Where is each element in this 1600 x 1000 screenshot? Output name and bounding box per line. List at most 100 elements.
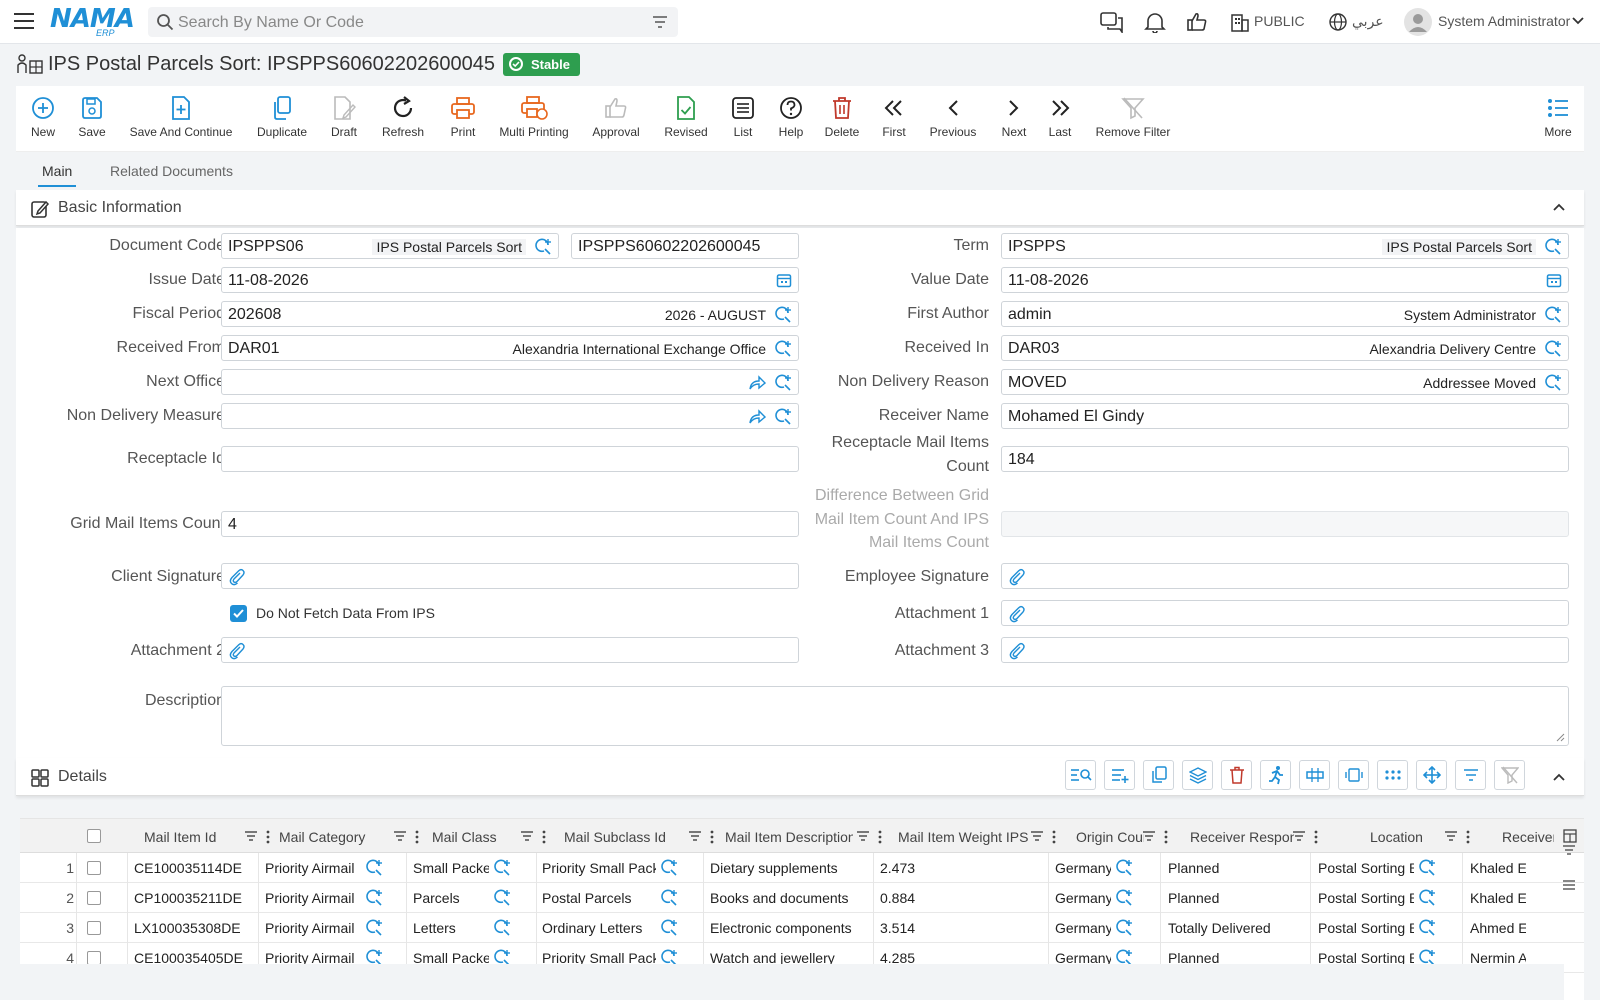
first-author-field[interactable]: admin System Administrator bbox=[1001, 301, 1569, 327]
grid-insert-row-button[interactable] bbox=[1299, 760, 1330, 790]
grid-filter-button[interactable] bbox=[1455, 760, 1486, 790]
share-arrow-icon[interactable] bbox=[748, 374, 766, 392]
lookup-icon[interactable] bbox=[774, 374, 792, 392]
cell-id[interactable]: LX100035308DE bbox=[134, 920, 254, 936]
column-filter-icon[interactable] bbox=[393, 830, 407, 842]
tab-main[interactable]: Main bbox=[42, 163, 72, 179]
cell-class[interactable]: Small Packets bbox=[413, 860, 489, 876]
calendar-icon[interactable] bbox=[776, 272, 792, 288]
duplicate-button[interactable]: Duplicate bbox=[254, 94, 310, 139]
lookup-icon[interactable] bbox=[1544, 238, 1562, 256]
column-filter-icon[interactable] bbox=[520, 830, 534, 842]
do-not-fetch-checkbox[interactable] bbox=[230, 605, 247, 622]
search-input[interactable]: Search By Name Or Code bbox=[178, 14, 364, 32]
attachment-2-field[interactable] bbox=[221, 637, 799, 663]
save-button[interactable]: Save bbox=[76, 94, 108, 139]
cell-subclass[interactable]: Priority Small Packets bbox=[542, 860, 656, 876]
column-header-mail-subclass-id[interactable]: Mail Subclass Id bbox=[564, 829, 674, 845]
filter-icon[interactable] bbox=[652, 14, 668, 30]
row-checkbox[interactable] bbox=[87, 921, 101, 935]
lookup-icon[interactable] bbox=[1418, 859, 1436, 877]
receiver-name-field[interactable]: Mohamed El Gindy bbox=[1001, 403, 1569, 429]
column-header-receiver-response[interactable]: Receiver Response bbox=[1190, 829, 1294, 845]
lookup-icon[interactable] bbox=[1115, 919, 1133, 937]
receptacle-id-field[interactable] bbox=[221, 446, 799, 472]
client-signature-field[interactable] bbox=[221, 563, 799, 589]
lookup-icon[interactable] bbox=[365, 889, 383, 907]
next-button[interactable]: Next bbox=[1000, 94, 1028, 139]
lookup-icon[interactable] bbox=[774, 340, 792, 358]
menu-icon[interactable] bbox=[14, 13, 34, 29]
grid-layers-button[interactable] bbox=[1182, 760, 1213, 790]
save-and-continue-button[interactable]: Save And Continue bbox=[129, 94, 233, 139]
document-code-field[interactable]: IPSPPS06 IPS Postal Parcels Sort bbox=[221, 233, 559, 259]
lookup-icon[interactable] bbox=[1115, 889, 1133, 907]
row-checkbox[interactable] bbox=[87, 891, 101, 905]
cell-weight[interactable]: 3.514 bbox=[880, 920, 1040, 936]
row-checkbox[interactable] bbox=[87, 951, 101, 965]
lookup-icon[interactable] bbox=[660, 919, 678, 937]
logo[interactable]: NAMA ERP bbox=[50, 4, 135, 40]
lookup-icon[interactable] bbox=[660, 859, 678, 877]
lookup-icon[interactable] bbox=[534, 238, 552, 256]
last-button[interactable]: Last bbox=[1046, 94, 1074, 139]
resize-handle-icon[interactable] bbox=[1555, 732, 1565, 742]
cell-description[interactable]: Dietary supplements bbox=[710, 860, 870, 876]
lookup-icon[interactable] bbox=[365, 919, 383, 937]
table-row[interactable]: 2 CP100035211DE Priority Airmail Parcels Pos… bbox=[20, 883, 1584, 913]
lookup-icon[interactable] bbox=[660, 889, 678, 907]
column-header-mail-item-weight-ips[interactable]: Mail Item Weight IPS bbox=[898, 829, 1032, 845]
thumbs-up-icon[interactable] bbox=[1186, 11, 1208, 33]
chevron-up-icon[interactable] bbox=[1552, 200, 1566, 214]
column-menu-icon[interactable] bbox=[415, 830, 419, 844]
non-delivery-measure-field[interactable] bbox=[221, 403, 799, 429]
paperclip-icon[interactable] bbox=[1008, 568, 1026, 586]
cell-weight[interactable]: 2.473 bbox=[880, 860, 1040, 876]
cell-origin[interactable]: Germany bbox=[1055, 920, 1111, 936]
table-row[interactable]: 3 LX100035308DE Priority Airmail Letters Ord… bbox=[20, 913, 1584, 943]
column-menu-icon[interactable] bbox=[542, 830, 546, 844]
do-not-fetch-label[interactable]: Do Not Fetch Data From IPS bbox=[256, 605, 435, 621]
column-header-mail-item-description[interactable]: Mail Item Description bbox=[725, 829, 853, 845]
cell-response[interactable]: Planned bbox=[1168, 890, 1308, 906]
value-date-field[interactable]: 11-08-2026 bbox=[1001, 267, 1569, 293]
lookup-icon[interactable] bbox=[1115, 859, 1133, 877]
approval-button[interactable]: Approval bbox=[588, 94, 644, 139]
attachment-1-field[interactable] bbox=[1001, 600, 1569, 626]
grid-run-button[interactable] bbox=[1260, 760, 1291, 790]
bell-icon[interactable] bbox=[1144, 11, 1166, 33]
grid-count-field[interactable]: 4 bbox=[221, 511, 799, 537]
cell-subclass[interactable]: Ordinary Letters bbox=[542, 920, 656, 936]
cell-receiver[interactable]: Khaled E bbox=[1470, 860, 1526, 876]
cell-receiver[interactable]: Ahmed E bbox=[1470, 920, 1526, 936]
cell-location[interactable]: Postal Sorting Bay bbox=[1318, 860, 1414, 876]
cell-subclass[interactable]: Postal Parcels bbox=[542, 890, 656, 906]
column-filter-icon[interactable] bbox=[1444, 830, 1458, 842]
grid-delete-button[interactable] bbox=[1221, 760, 1252, 790]
cell-receiver[interactable]: Khaled E bbox=[1470, 890, 1526, 906]
grid-add-row-button[interactable] bbox=[1104, 760, 1135, 790]
side-menu-icon[interactable] bbox=[1562, 879, 1576, 891]
help-button[interactable]: Help bbox=[776, 94, 806, 139]
column-menu-icon[interactable] bbox=[1466, 830, 1470, 844]
calendar-icon[interactable] bbox=[1546, 272, 1562, 288]
employee-signature-field[interactable] bbox=[1001, 563, 1569, 589]
column-filter-icon[interactable] bbox=[244, 830, 258, 842]
column-filter-icon[interactable] bbox=[856, 830, 870, 842]
attachment-3-field[interactable] bbox=[1001, 637, 1569, 663]
more-button[interactable]: More bbox=[1542, 94, 1574, 139]
row-checkbox[interactable] bbox=[87, 861, 101, 875]
cell-origin[interactable]: Germany bbox=[1055, 860, 1111, 876]
side-filter-icon[interactable] bbox=[1562, 844, 1576, 856]
document-number-field[interactable]: IPSPPS60602202600045 bbox=[571, 233, 799, 259]
print-button[interactable]: Print bbox=[447, 94, 479, 139]
lookup-icon[interactable] bbox=[1418, 889, 1436, 907]
lookup-icon[interactable] bbox=[1544, 340, 1562, 358]
revised-button[interactable]: Revised bbox=[661, 94, 711, 139]
lookup-icon[interactable] bbox=[365, 859, 383, 877]
column-header-mail-item-id[interactable]: Mail Item Id bbox=[144, 829, 234, 845]
description-textarea[interactable] bbox=[221, 686, 1569, 746]
cell-weight[interactable]: 0.884 bbox=[880, 890, 1040, 906]
avatar[interactable] bbox=[1404, 8, 1432, 36]
user-name[interactable]: System Administrator bbox=[1438, 13, 1570, 29]
